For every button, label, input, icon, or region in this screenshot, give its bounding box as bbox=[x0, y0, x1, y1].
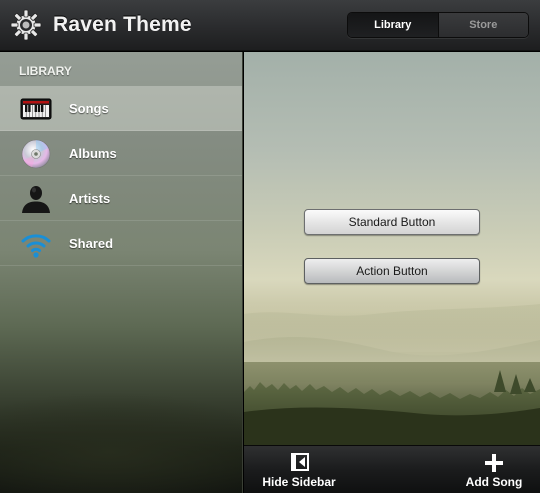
wifi-signal-icon bbox=[21, 234, 51, 258]
main-content: Standard Button Action Button bbox=[244, 52, 540, 445]
add-song-label: Add Song bbox=[465, 475, 523, 489]
add-song-button[interactable]: Add Song bbox=[454, 446, 534, 493]
sidebar-item-label: Albums bbox=[69, 146, 117, 161]
title-bar: Raven Theme Library Store bbox=[0, 0, 540, 51]
gear-icon bbox=[10, 9, 42, 41]
hide-sidebar-button[interactable]: Hide Sidebar bbox=[254, 446, 344, 493]
sidebar-item-albums[interactable]: Albums bbox=[0, 131, 242, 176]
piano-keyboard-icon bbox=[20, 98, 52, 120]
sidebar-item-label: Artists bbox=[69, 191, 111, 206]
action-button[interactable]: Action Button bbox=[304, 258, 480, 284]
sidebar-item-label: Songs bbox=[69, 101, 109, 116]
sidebar-item-shared[interactable]: Shared bbox=[0, 221, 242, 266]
sidebar-header: LIBRARY bbox=[0, 52, 242, 86]
standard-button[interactable]: Standard Button bbox=[304, 209, 480, 235]
sidebar-item-artists[interactable]: Artists bbox=[0, 176, 242, 221]
hide-sidebar-label: Hide Sidebar bbox=[262, 475, 336, 489]
cd-disc-icon bbox=[21, 139, 51, 169]
bottom-toolbar: Hide Sidebar Add Song bbox=[244, 445, 540, 493]
sidebar-item-label: Shared bbox=[69, 236, 114, 251]
sidebar-toggle-icon bbox=[291, 453, 309, 471]
landscape-background-image bbox=[244, 302, 540, 445]
sidebar-item-songs[interactable]: Songs bbox=[0, 86, 242, 131]
app-title: Raven Theme bbox=[53, 13, 192, 36]
person-silhouette-icon bbox=[22, 186, 50, 213]
segment-library[interactable]: Library bbox=[348, 13, 438, 37]
plus-icon bbox=[485, 454, 503, 472]
library-store-segmented-control[interactable]: Library Store bbox=[347, 12, 529, 38]
sidebar: LIBRARY Songs Albums Artists Shared bbox=[0, 52, 243, 493]
segment-store[interactable]: Store bbox=[437, 13, 528, 37]
